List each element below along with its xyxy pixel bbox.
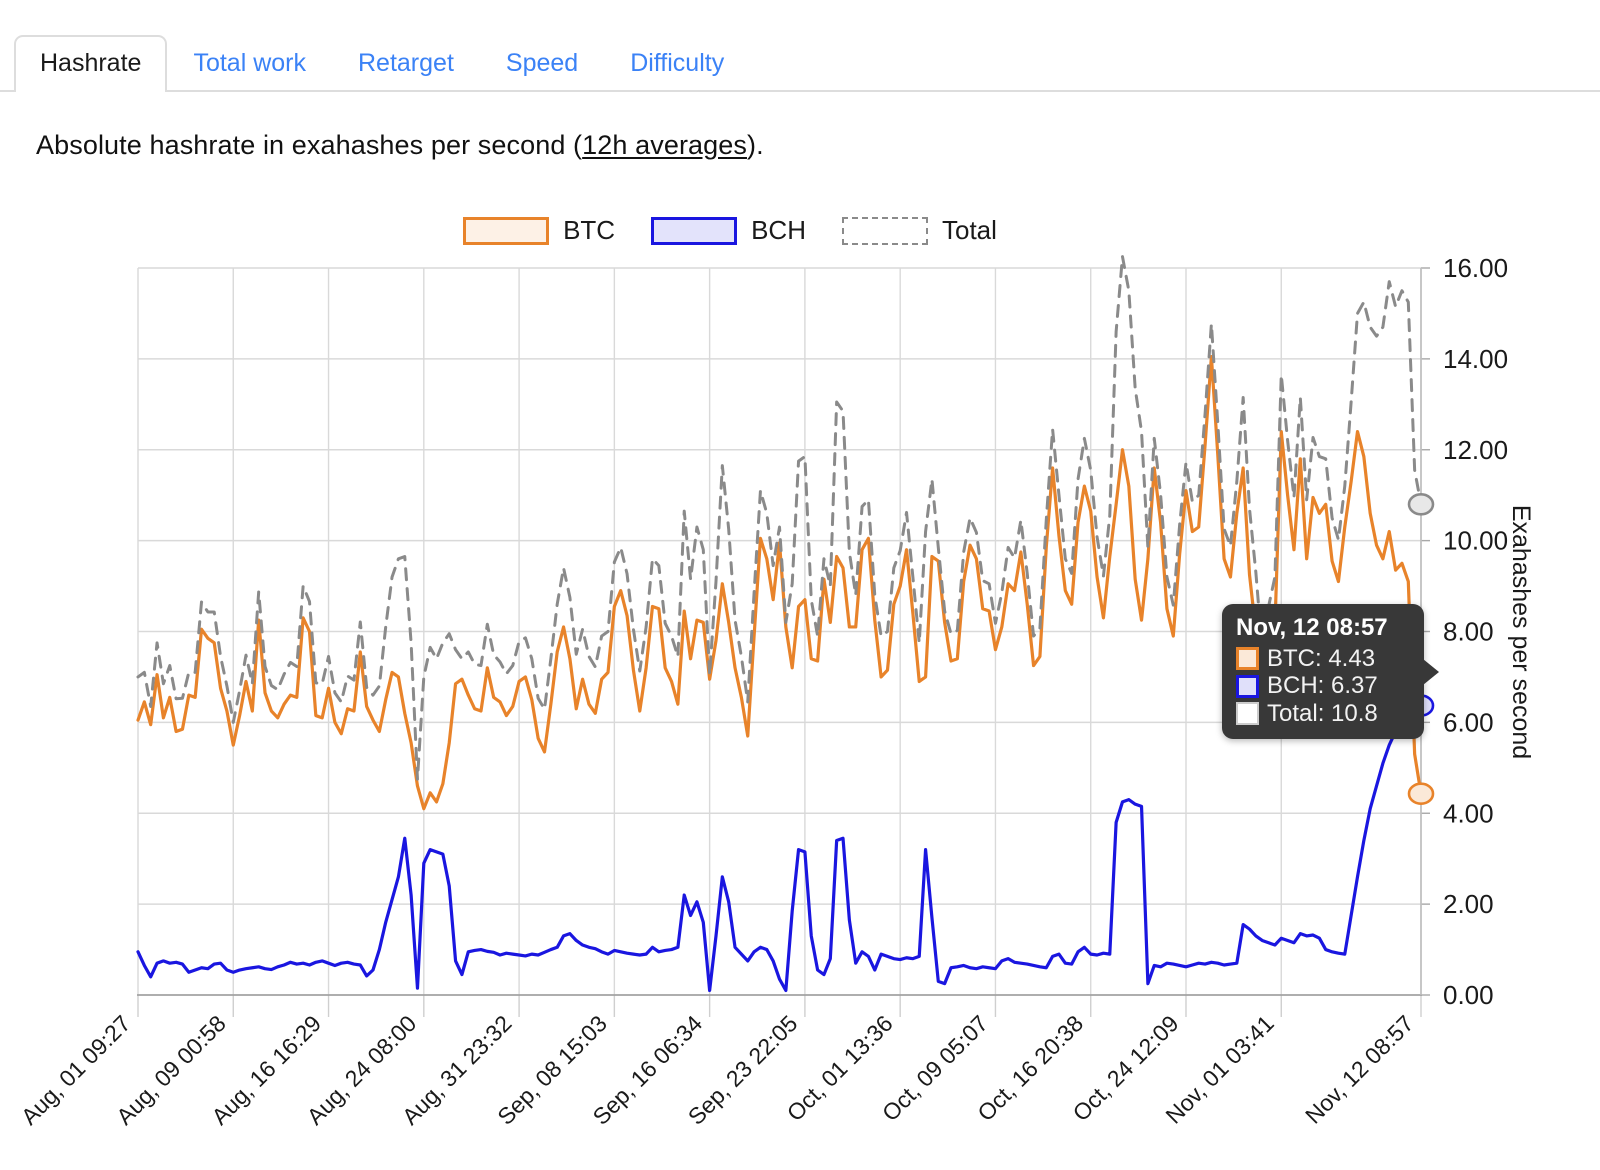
x-tick-label: Aug, 09 00:58 [111,1010,231,1130]
legend-label-total: Total [941,215,997,245]
x-tick-label: Oct, 01 13:36 [782,1010,898,1126]
legend-swatch-btc-icon [463,216,550,245]
tooltip-row-bch: BCH: 6.37 [1236,672,1410,699]
x-tick-label: Aug, 16 16:29 [206,1010,326,1130]
y-tick-label: 4.00 [1443,798,1494,828]
legend-label-bch: BCH [751,215,806,245]
y-tick-label: 8.00 [1443,617,1494,647]
chart-tooltip: Nov, 12 08:57 BTC: 4.43 BCH: 6.37 Total:… [1222,604,1439,740]
legend-item-btc[interactable]: BTC [463,215,615,246]
tab-retarget[interactable]: Retarget [332,35,480,92]
legend-swatch-total-icon [841,216,928,245]
tooltip-value-total: Total: 10.8 [1267,699,1378,727]
tab-hashrate[interactable]: Hashrate [14,35,168,92]
tab-bar: Hashrate Total work Retarget Speed Difficult… [0,28,1600,92]
tooltip-swatch-btc-icon [1236,647,1259,671]
legend-item-bch[interactable]: BCH [651,215,806,246]
legend-swatch-bch-icon [651,216,738,245]
x-tick-label: Aug, 01 09:27 [16,1010,136,1130]
series-line-bch [136,703,1423,993]
chart-caption: Absolute hashrate in exahashes per secon… [36,130,764,161]
caption-text-before: Absolute hashrate in exahashes per secon… [36,130,583,160]
x-tick-label: Aug, 24 08:00 [302,1010,422,1130]
tab-total-work[interactable]: Total work [167,35,332,92]
x-tick-label: Oct, 24 12:09 [1067,1010,1183,1126]
tooltip-swatch-total-icon [1236,701,1259,725]
tab-speed[interactable]: Speed [480,35,604,92]
hashrate-line-chart: 0.00 2.00 4.00 6.00 8.00 10.00 12.00 14.00 16.00… [16,253,1535,1130]
tooltip-row-btc: BTC: 4.43 [1236,645,1410,672]
y-tick-label: 14.00 [1443,344,1508,374]
x-tick-label: Nov, 01 03:41 [1160,1010,1278,1128]
x-tick-label: Oct, 09 05:07 [877,1010,993,1126]
chart-container: 0.00 2.00 4.00 6.00 8.00 10.00 12.00 14.00 16.00… [0,0,1600,1170]
x-tick-label: Nov, 12 08:57 [1300,1010,1418,1128]
x-tick-label: Sep, 23 22:05 [683,1010,803,1130]
y-axis-title: Exahashes per second [1507,505,1535,759]
legend-item-total[interactable]: Total [841,215,997,246]
tooltip-value-bch: BCH: 6.37 [1267,672,1378,700]
y-tick-label: 16.00 [1443,253,1508,283]
averages-link[interactable]: 12h averages [582,130,747,160]
tab-list: Hashrate Total work Retarget Speed Difficult… [0,28,1600,92]
y-tick-label: 6.00 [1443,707,1494,737]
y-tick-label: 10.00 [1443,526,1508,556]
y-tick-label: 0.00 [1443,980,1494,1010]
y-tick-label: 2.00 [1443,889,1494,919]
tab-difficulty[interactable]: Difficulty [604,35,750,92]
tooltip-value-btc: BTC: 4.43 [1267,645,1376,672]
x-tick-label: Aug, 31 23:32 [397,1010,517,1130]
tooltip-title: Nov, 12 08:57 [1236,614,1388,641]
caption-text-after: ). [746,130,764,160]
x-tick-label: Sep, 16 06:34 [588,1010,708,1130]
x-tick-label: Sep, 08 15:03 [492,1010,612,1130]
chart-legend: BTC BCH Total [0,215,1460,246]
end-marker-total[interactable] [1407,492,1435,516]
legend-label-btc: BTC [563,215,616,245]
tooltip-row-total: Total: 10.8 [1236,700,1410,727]
y-tick-label: 12.00 [1443,435,1508,465]
end-marker-btc[interactable] [1407,782,1435,806]
x-tick-label: Oct, 16 20:38 [972,1010,1088,1126]
tooltip-swatch-bch-icon [1236,674,1259,698]
series-line-btc [136,355,1423,811]
